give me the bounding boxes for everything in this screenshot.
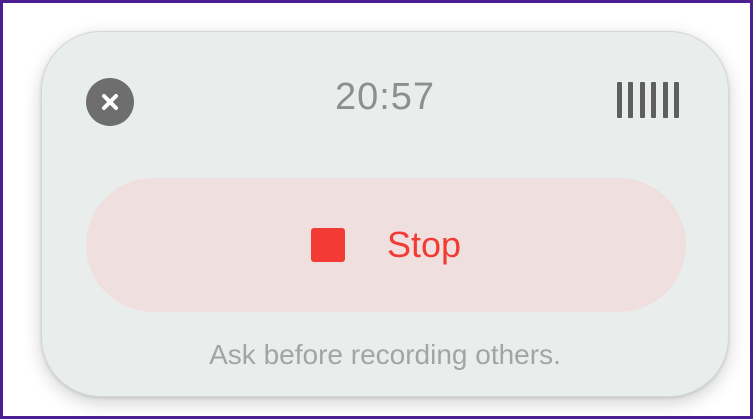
audio-level-bar [651, 82, 657, 118]
audio-level-bar [628, 82, 634, 118]
recording-hint: Ask before recording others. [209, 339, 561, 370]
audio-levels-button[interactable] [617, 82, 679, 118]
stop-square-icon [310, 228, 345, 262]
audio-level-bar [662, 82, 668, 118]
recording-panel: 20:57 Stop Ask before recording others. [41, 31, 729, 397]
audio-level-bar [639, 82, 645, 118]
window-frame: 20:57 Stop Ask before recording others. [0, 0, 753, 419]
stop-button[interactable]: Stop [86, 178, 686, 312]
audio-level-bar [673, 82, 679, 118]
audio-levels-icon [617, 82, 622, 118]
stop-label: Stop [386, 224, 462, 265]
